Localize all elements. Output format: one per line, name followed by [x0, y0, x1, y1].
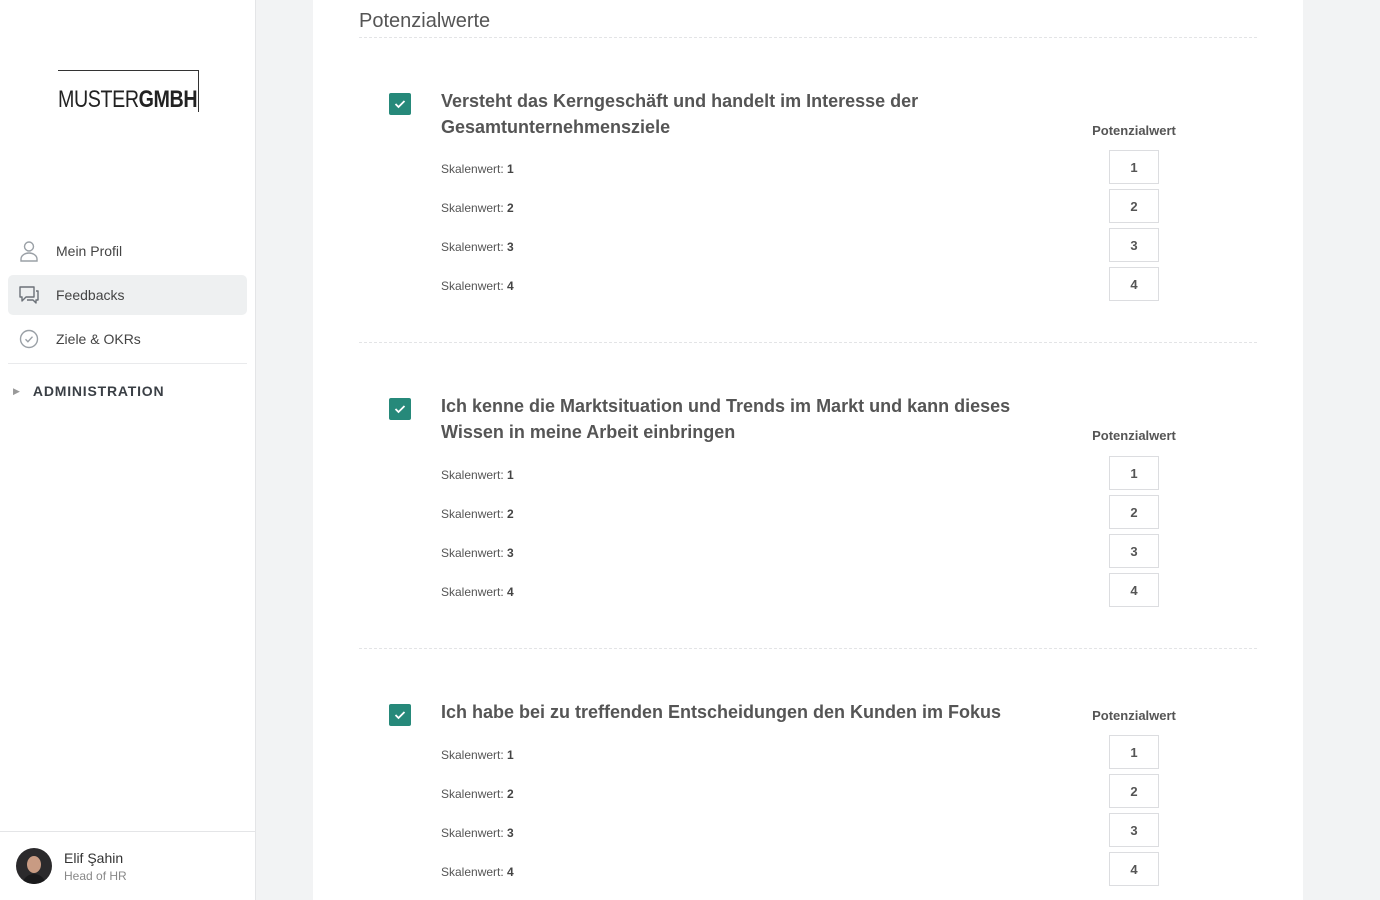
potential-option-button[interactable]: 2	[1109, 774, 1159, 808]
check-icon	[394, 405, 406, 414]
potential-label: Potenzialwert	[1092, 123, 1176, 138]
scale-value: 2	[507, 507, 514, 521]
scale-prefix: Skalenwert:	[441, 279, 504, 293]
scale-row: Skalenwert: 2	[441, 201, 514, 215]
scale-prefix: Skalenwert:	[441, 240, 504, 254]
potential-label: Potenzialwert	[1092, 708, 1176, 723]
scale-prefix: Skalenwert:	[441, 826, 504, 840]
potential-label: Potenzialwert	[1092, 428, 1176, 443]
check-icon	[394, 100, 406, 109]
scale-row: Skalenwert: 1	[441, 748, 514, 762]
scale-row: Skalenwert: 4	[441, 865, 514, 879]
scale-row: Skalenwert: 4	[441, 279, 514, 293]
scale-prefix: Skalenwert:	[441, 748, 504, 762]
scale-row: Skalenwert: 3	[441, 546, 514, 560]
item-checkbox[interactable]	[389, 398, 411, 420]
scale-value: 4	[507, 279, 514, 293]
potential-option-button[interactable]: 4	[1109, 573, 1159, 607]
scale-value: 1	[507, 748, 514, 762]
company-logo[interactable]: MUSTERGMBH	[58, 70, 199, 112]
scale-value: 3	[507, 546, 514, 560]
scale-prefix: Skalenwert:	[441, 162, 504, 176]
scale-prefix: Skalenwert:	[441, 585, 504, 599]
item-checkbox[interactable]	[389, 704, 411, 726]
potential-option-button[interactable]: 3	[1109, 534, 1159, 568]
potential-option-button[interactable]: 4	[1109, 267, 1159, 301]
scale-row: Skalenwert: 3	[441, 240, 514, 254]
item-divider	[359, 648, 1257, 649]
scale-row: Skalenwert: 2	[441, 507, 514, 521]
scale-value: 4	[507, 585, 514, 599]
section-title: Potenzialwerte	[359, 10, 491, 32]
user-role: Head of HR	[64, 869, 127, 883]
scale-value: 2	[507, 201, 514, 215]
potential-option-button[interactable]: 1	[1109, 150, 1159, 184]
caret-right-icon: ▶	[13, 385, 20, 396]
nav-label: Feedbacks	[56, 287, 125, 303]
scale-prefix: Skalenwert:	[441, 507, 504, 521]
scale-prefix: Skalenwert:	[441, 468, 504, 482]
chat-icon	[18, 284, 40, 306]
logo-text-light: MUSTER	[58, 86, 139, 113]
potential-option-button[interactable]: 1	[1109, 735, 1159, 769]
nav-item-ziele-okrs[interactable]: Ziele & OKRs	[8, 319, 247, 359]
nav-label: Ziele & OKRs	[56, 331, 141, 347]
scale-value: 4	[507, 865, 514, 879]
administration-label: ADMINISTRATION	[32, 383, 165, 399]
item-divider	[359, 342, 1257, 343]
item-checkbox[interactable]	[389, 93, 411, 115]
administration-toggle[interactable]: ▶ ADMINISTRATION	[13, 383, 164, 399]
potential-option-button[interactable]: 4	[1109, 852, 1159, 886]
scale-prefix: Skalenwert:	[441, 546, 504, 560]
item-title: Versteht das Kerngeschäft und handelt im…	[441, 91, 919, 137]
scale-row: Skalenwert: 4	[441, 585, 514, 599]
nav-label: Mein Profil	[56, 243, 123, 259]
scale-value: 3	[507, 826, 514, 840]
avatar	[16, 848, 52, 884]
nav-item-feedbacks[interactable]: Feedbacks	[8, 275, 247, 315]
scale-prefix: Skalenwert:	[441, 865, 504, 879]
check-icon	[394, 711, 406, 720]
user-icon	[18, 240, 40, 262]
potential-option-button[interactable]: 3	[1109, 228, 1159, 262]
check-circle-icon	[18, 328, 40, 350]
scale-row: Skalenwert: 3	[441, 826, 514, 840]
logo-text-bold: GMBH	[138, 86, 198, 113]
scale-row: Skalenwert: 1	[441, 468, 514, 482]
potential-option-button[interactable]: 2	[1109, 495, 1159, 529]
scale-value: 1	[507, 162, 514, 176]
section-divider	[359, 37, 1257, 38]
potential-option-button[interactable]: 1	[1109, 456, 1159, 490]
nav-item-mein-profil[interactable]: Mein Profil	[8, 231, 247, 271]
scale-prefix: Skalenwert:	[441, 201, 504, 215]
scale-value: 1	[507, 468, 514, 482]
potential-option-button[interactable]: 3	[1109, 813, 1159, 847]
item-title: Ich habe bei zu treffenden Entscheidunge…	[441, 702, 1002, 722]
scale-value: 2	[507, 787, 514, 801]
scale-value: 3	[507, 240, 514, 254]
user-profile[interactable]: Elif Şahin Head of HR	[0, 831, 255, 900]
potential-option-button[interactable]: 2	[1109, 189, 1159, 223]
main-nav: Mein Profil Feedbacks Ziele & OKRs	[8, 231, 247, 363]
scale-row: Skalenwert: 1	[441, 162, 514, 176]
sidebar: MUSTERGMBH Mein Profil Feedbacks Ziele &…	[0, 0, 256, 900]
scale-prefix: Skalenwert:	[441, 787, 504, 801]
scale-row: Skalenwert: 2	[441, 787, 514, 801]
nav-divider	[8, 363, 247, 364]
main-content: Potenzialwerte Versteht das Kerngeschäft…	[313, 0, 1303, 900]
user-name: Elif Şahin	[64, 850, 124, 866]
item-title: Ich kenne die Marktsituation und Trends …	[441, 396, 1011, 442]
